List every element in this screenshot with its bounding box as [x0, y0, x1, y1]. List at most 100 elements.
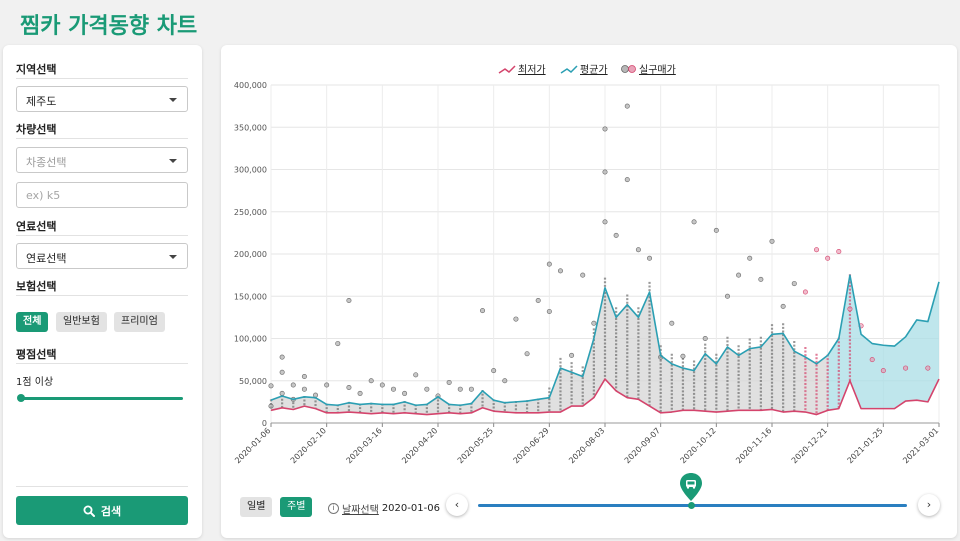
- y-tick-label: 250,000: [234, 208, 267, 217]
- price-point: [613, 232, 619, 238]
- price-point: [680, 353, 686, 359]
- price-point: [769, 238, 775, 244]
- legend-avg-label: 평균가: [580, 64, 608, 76]
- x-tick-label: 2020-11-16: [734, 426, 773, 465]
- price-point: [713, 227, 719, 233]
- price-point: [301, 386, 307, 392]
- chevron-left-icon: ‹: [454, 498, 460, 511]
- price-point: [491, 368, 497, 374]
- vehicle-name-input[interactable]: [16, 182, 188, 208]
- insurance-option-standard[interactable]: 일반보험: [56, 312, 107, 332]
- legend-item-avg[interactable]: 평균가: [560, 64, 608, 76]
- divider: [16, 363, 188, 364]
- period-weekly-button[interactable]: 주별: [280, 497, 313, 517]
- price-point: [669, 320, 675, 326]
- price-point: [635, 247, 641, 253]
- price-point: [869, 357, 875, 363]
- price-point: [814, 247, 820, 253]
- period-daily-button[interactable]: 일별: [240, 497, 273, 517]
- timeline-position-dot[interactable]: [688, 502, 695, 509]
- search-icon: [83, 505, 95, 517]
- price-point: [557, 268, 563, 274]
- x-tick-label: 2021-01-25: [846, 426, 885, 465]
- price-point: [569, 352, 575, 358]
- price-point: [268, 403, 274, 409]
- price-point: [301, 374, 307, 380]
- vehicle-type-placeholder: 차종선택: [26, 156, 67, 169]
- price-point: [279, 354, 285, 360]
- price-point: [691, 219, 697, 225]
- divider: [16, 78, 188, 79]
- chart-legend: 최저가 평균가 실구매가: [498, 64, 676, 76]
- price-point: [480, 308, 486, 314]
- rating-slider-thumb[interactable]: [17, 394, 25, 402]
- price-point: [379, 382, 385, 388]
- y-tick-label: 350,000: [234, 123, 267, 132]
- price-point: [368, 378, 374, 384]
- y-tick-label: 300,000: [234, 166, 267, 175]
- rating-title: 평점선택: [16, 348, 57, 361]
- filter-panel: 지역선택 제주도 차량선택 차종선택 연료선택 연료선택 보험선택 전체 일반보…: [3, 45, 202, 538]
- insurance-option-premium[interactable]: 프리미엄: [114, 312, 165, 332]
- timeline-next-button[interactable]: ›: [918, 494, 940, 516]
- price-point: [513, 316, 519, 322]
- chevron-down-icon: [169, 159, 177, 163]
- divider: [16, 486, 188, 487]
- x-tick-label: 2020-09-07: [623, 426, 662, 465]
- price-point: [279, 390, 285, 396]
- fuel-select-value: 연료선택: [26, 252, 67, 265]
- price-point: [346, 297, 352, 303]
- price-point: [346, 385, 352, 391]
- price-point: [424, 386, 430, 392]
- price-point: [702, 335, 708, 341]
- price-point: [747, 255, 753, 261]
- price-chart: 최저가 평균가 실구매가 050,000100,000150,000200,00…: [233, 64, 940, 465]
- price-point: [903, 365, 909, 371]
- price-point: [546, 308, 552, 314]
- legend-avg-line-icon: [560, 65, 578, 74]
- insurance-option-all[interactable]: 전체: [16, 312, 49, 332]
- date-select-value: 2020-01-06: [381, 503, 440, 514]
- fuel-select[interactable]: 연료선택: [16, 243, 188, 269]
- car-marker-icon[interactable]: [679, 472, 703, 502]
- price-point: [591, 320, 597, 326]
- legend-min-line-icon: [498, 65, 516, 74]
- price-point: [758, 276, 764, 282]
- price-point: [925, 365, 931, 371]
- price-point: [268, 383, 274, 389]
- price-point: [457, 386, 463, 392]
- search-button-label: 검색: [100, 504, 122, 518]
- rating-slider-track[interactable]: [20, 397, 183, 400]
- legend-actual-label: 실구매가: [639, 64, 676, 76]
- x-tick-label: 2020-10-12: [679, 426, 718, 465]
- y-tick-label: 100,000: [234, 335, 267, 344]
- price-point: [624, 103, 630, 109]
- x-tick-label: 2020-01-06: [233, 426, 272, 465]
- chevron-down-icon: [169, 255, 177, 259]
- date-select-link[interactable]: 날짜선택: [342, 501, 379, 516]
- search-button[interactable]: 검색: [16, 496, 188, 525]
- region-select[interactable]: 제주도: [16, 86, 188, 112]
- legend-item-min[interactable]: 최저가: [498, 64, 546, 76]
- x-tick-label: 2020-04-20: [400, 426, 439, 465]
- divider: [16, 295, 188, 296]
- price-point: [313, 392, 319, 398]
- legend-item-actual[interactable]: 실구매가: [621, 64, 676, 76]
- vehicle-title: 차량선택: [16, 123, 57, 136]
- price-point: [647, 255, 653, 261]
- price-point: [780, 303, 786, 309]
- price-point: [502, 378, 508, 384]
- vehicle-type-select[interactable]: 차종선택: [16, 147, 188, 173]
- price-point: [802, 289, 808, 295]
- timeline-prev-button[interactable]: ‹: [446, 494, 468, 516]
- price-point: [602, 169, 608, 175]
- date-select-info: i 날짜선택 2020-01-06: [328, 501, 440, 516]
- legend-actual-dot-icon: [621, 65, 629, 73]
- x-tick-label: 2020-02-10: [289, 426, 328, 465]
- price-point: [324, 382, 330, 388]
- x-tick-label: 2020-05-25: [456, 426, 495, 465]
- price-point: [290, 382, 296, 388]
- chevron-right-icon: ›: [926, 498, 932, 511]
- chevron-down-icon: [169, 98, 177, 102]
- price-point: [602, 219, 608, 225]
